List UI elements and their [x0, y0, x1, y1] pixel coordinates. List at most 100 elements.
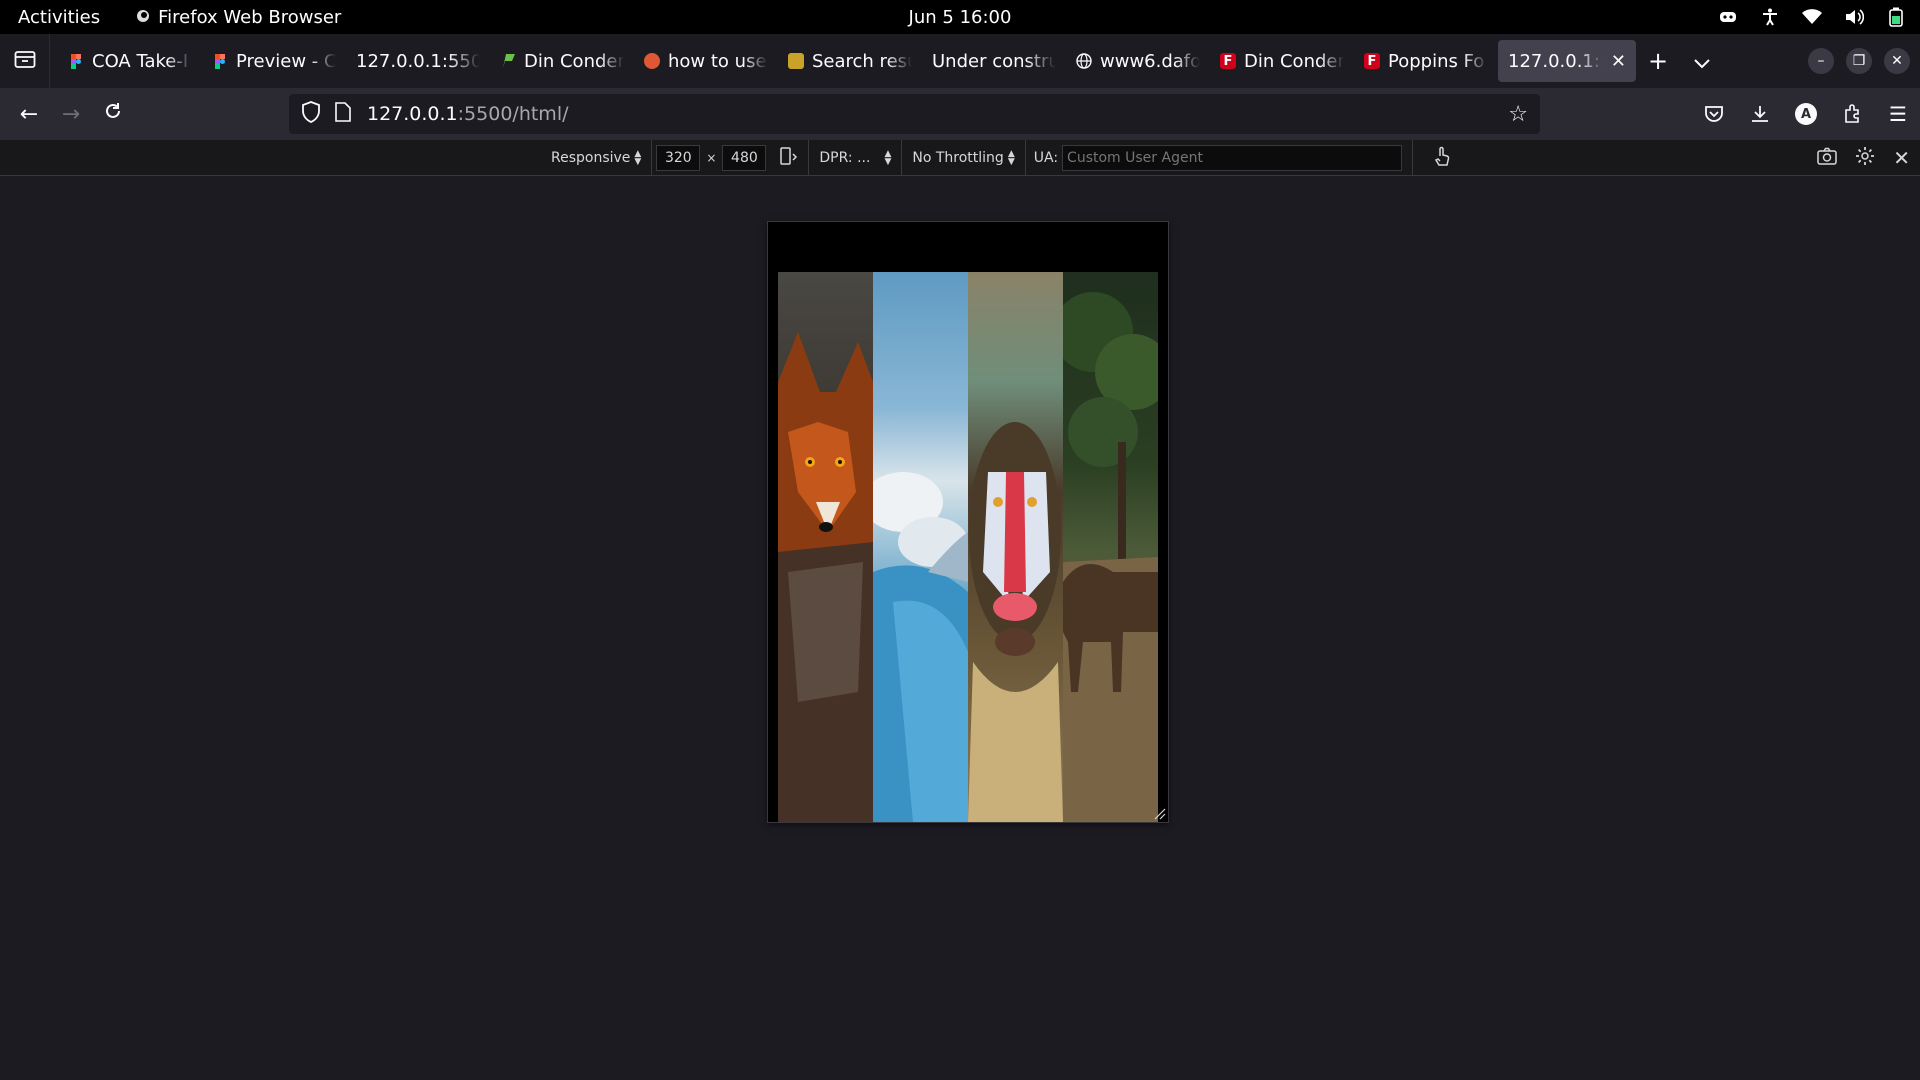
tab[interactable]: Under constru	[922, 40, 1066, 82]
url-text[interactable]: 127.0.0.1:5500/html/	[367, 103, 569, 125]
tab-active[interactable]: 127.0.0.1:55 ✕	[1498, 40, 1636, 82]
whale-image	[873, 472, 968, 822]
accessibility-icon[interactable]	[1760, 7, 1780, 27]
divider	[1024, 139, 1026, 176]
activities-button[interactable]: Activities	[18, 7, 100, 28]
tab[interactable]: how to use	[634, 40, 778, 82]
responsive-design-toolbar: Responsive ▲ ▼ 320 × 480 DPR: ... ▲ ▼ No T…	[0, 139, 1920, 176]
tab[interactable]: COA Take-I	[58, 40, 202, 82]
flag-icon	[500, 53, 516, 69]
tab[interactable]: Din Conder	[490, 40, 634, 82]
firefox-view-icon	[14, 49, 36, 73]
battery-icon[interactable]	[1886, 7, 1906, 27]
restore-button[interactable]: ❐	[1846, 48, 1872, 74]
user-agent-input[interactable]	[1062, 144, 1403, 171]
hamburger-menu-icon[interactable]: ☰	[1886, 102, 1910, 126]
page-icon[interactable]	[335, 102, 355, 126]
tab-label: 127.0.0.1:55	[1508, 50, 1603, 72]
tab-label: Search resu	[812, 50, 912, 72]
duckduckgo-icon	[644, 53, 660, 69]
tab-label: Poppins Fo	[1388, 50, 1485, 72]
volume-icon[interactable]	[1844, 7, 1864, 27]
new-tab-button[interactable]: +	[1636, 40, 1680, 82]
figma-icon	[68, 53, 84, 69]
viewport-height-input[interactable]: 480	[722, 144, 767, 171]
wifi-icon[interactable]	[1802, 7, 1822, 27]
settings-gear-icon[interactable]	[1855, 146, 1875, 170]
tab[interactable]: F Poppins Fo	[1354, 40, 1498, 82]
device-selector[interactable]: Responsive ▲ ▼	[545, 140, 647, 176]
horse-image	[1063, 292, 1158, 822]
viewport-width-input[interactable]: 320	[656, 144, 701, 171]
dpr-selector[interactable]: DPR: ... ▲ ▼	[813, 140, 897, 176]
divider	[651, 139, 653, 176]
image-gallery	[778, 272, 1158, 822]
url-path: :5500/html/	[457, 103, 569, 125]
network-throttling-selector[interactable]: No Throttling ▲ ▼	[906, 140, 1020, 176]
tab-strip: COA Take-I Preview - C 127.0.0.1:5500 Din C…	[0, 34, 1920, 88]
mandrill-image	[968, 422, 1063, 822]
tab-label: Din Conder	[524, 50, 624, 72]
divider	[901, 139, 903, 176]
downloads-icon[interactable]	[1748, 102, 1772, 126]
back-button[interactable]: ←	[8, 93, 50, 135]
tab-label: COA Take-I	[92, 50, 189, 72]
f-icon: F	[1364, 53, 1380, 69]
tab[interactable]: Search resu	[778, 40, 922, 82]
sort-arrows-icon: ▲ ▼	[884, 148, 892, 167]
close-window-button[interactable]: ✕	[1884, 48, 1910, 74]
reload-icon	[103, 101, 123, 127]
clock[interactable]: Jun 5 16:00	[909, 7, 1012, 28]
rotate-viewport-icon[interactable]	[778, 146, 798, 170]
tab-label: www6.dafo	[1100, 50, 1200, 72]
times-icon: ×	[706, 150, 717, 165]
image-icon	[788, 53, 804, 69]
tab-label: 127.0.0.1:5500	[356, 50, 480, 72]
system-top-bar: Activities Firefox Web Browser Jun 5 16:…	[0, 0, 1920, 34]
tracking-protection-shield-icon[interactable]	[301, 101, 323, 127]
chevron-down-icon	[1694, 47, 1710, 75]
resize-handle-icon[interactable]	[1152, 806, 1166, 820]
close-rdm-icon[interactable]: ✕	[1893, 146, 1910, 170]
tab-label: Din Conder	[1244, 50, 1344, 72]
sort-arrows-icon: ▲ ▼	[634, 148, 642, 167]
bookmark-star-icon[interactable]: ☆	[1508, 102, 1528, 127]
tab-label: Under constru	[932, 50, 1056, 72]
screenshot-icon[interactable]	[1817, 147, 1837, 169]
tab-label: Preview - C	[236, 50, 336, 72]
touch-simulation-icon[interactable]	[1433, 146, 1451, 170]
arrow-left-icon: ←	[19, 101, 39, 127]
url-bar[interactable]: 127.0.0.1:5500/html/ ☆	[289, 94, 1540, 134]
tab[interactable]: Preview - C	[202, 40, 346, 82]
list-all-tabs-button[interactable]	[1680, 40, 1724, 82]
firefox-view-button[interactable]	[0, 34, 50, 88]
pocket-icon[interactable]	[1702, 102, 1726, 126]
tab[interactable]: 127.0.0.1:5500	[346, 40, 490, 82]
app-name: Firefox Web Browser	[158, 6, 342, 28]
responsive-viewport[interactable]	[767, 221, 1169, 823]
throttling-label: No Throttling	[912, 149, 1004, 166]
tabs-container: COA Take-I Preview - C 127.0.0.1:5500 Din C…	[58, 34, 1636, 88]
gallery-panel-horse[interactable]	[1063, 272, 1158, 822]
reload-button[interactable]	[92, 93, 134, 135]
minimize-button[interactable]: –	[1808, 48, 1834, 74]
tab[interactable]: www6.dafo	[1066, 40, 1210, 82]
f-icon: F	[1220, 53, 1236, 69]
gallery-panel-mandrill[interactable]	[968, 272, 1063, 822]
app-menu[interactable]: Firefox Web Browser	[136, 7, 341, 28]
close-tab-icon[interactable]: ✕	[1611, 51, 1626, 72]
close-icon: ✕	[1891, 53, 1903, 69]
discord-icon[interactable]	[1718, 7, 1738, 27]
extensions-icon[interactable]	[1840, 102, 1864, 126]
forward-button[interactable]: →	[50, 93, 92, 135]
tab-label: how to use	[668, 50, 767, 72]
system-tray[interactable]	[1718, 7, 1906, 27]
firefox-icon	[136, 7, 150, 28]
account-button[interactable]: A	[1794, 102, 1818, 126]
window-controls: – ❐ ✕	[1808, 34, 1910, 88]
toolbar-right: A ☰	[1702, 102, 1910, 126]
gallery-panel-fox[interactable]	[778, 272, 873, 822]
gallery-panel-whale[interactable]	[873, 272, 968, 822]
tab[interactable]: F Din Conder	[1210, 40, 1354, 82]
divider	[808, 139, 810, 176]
